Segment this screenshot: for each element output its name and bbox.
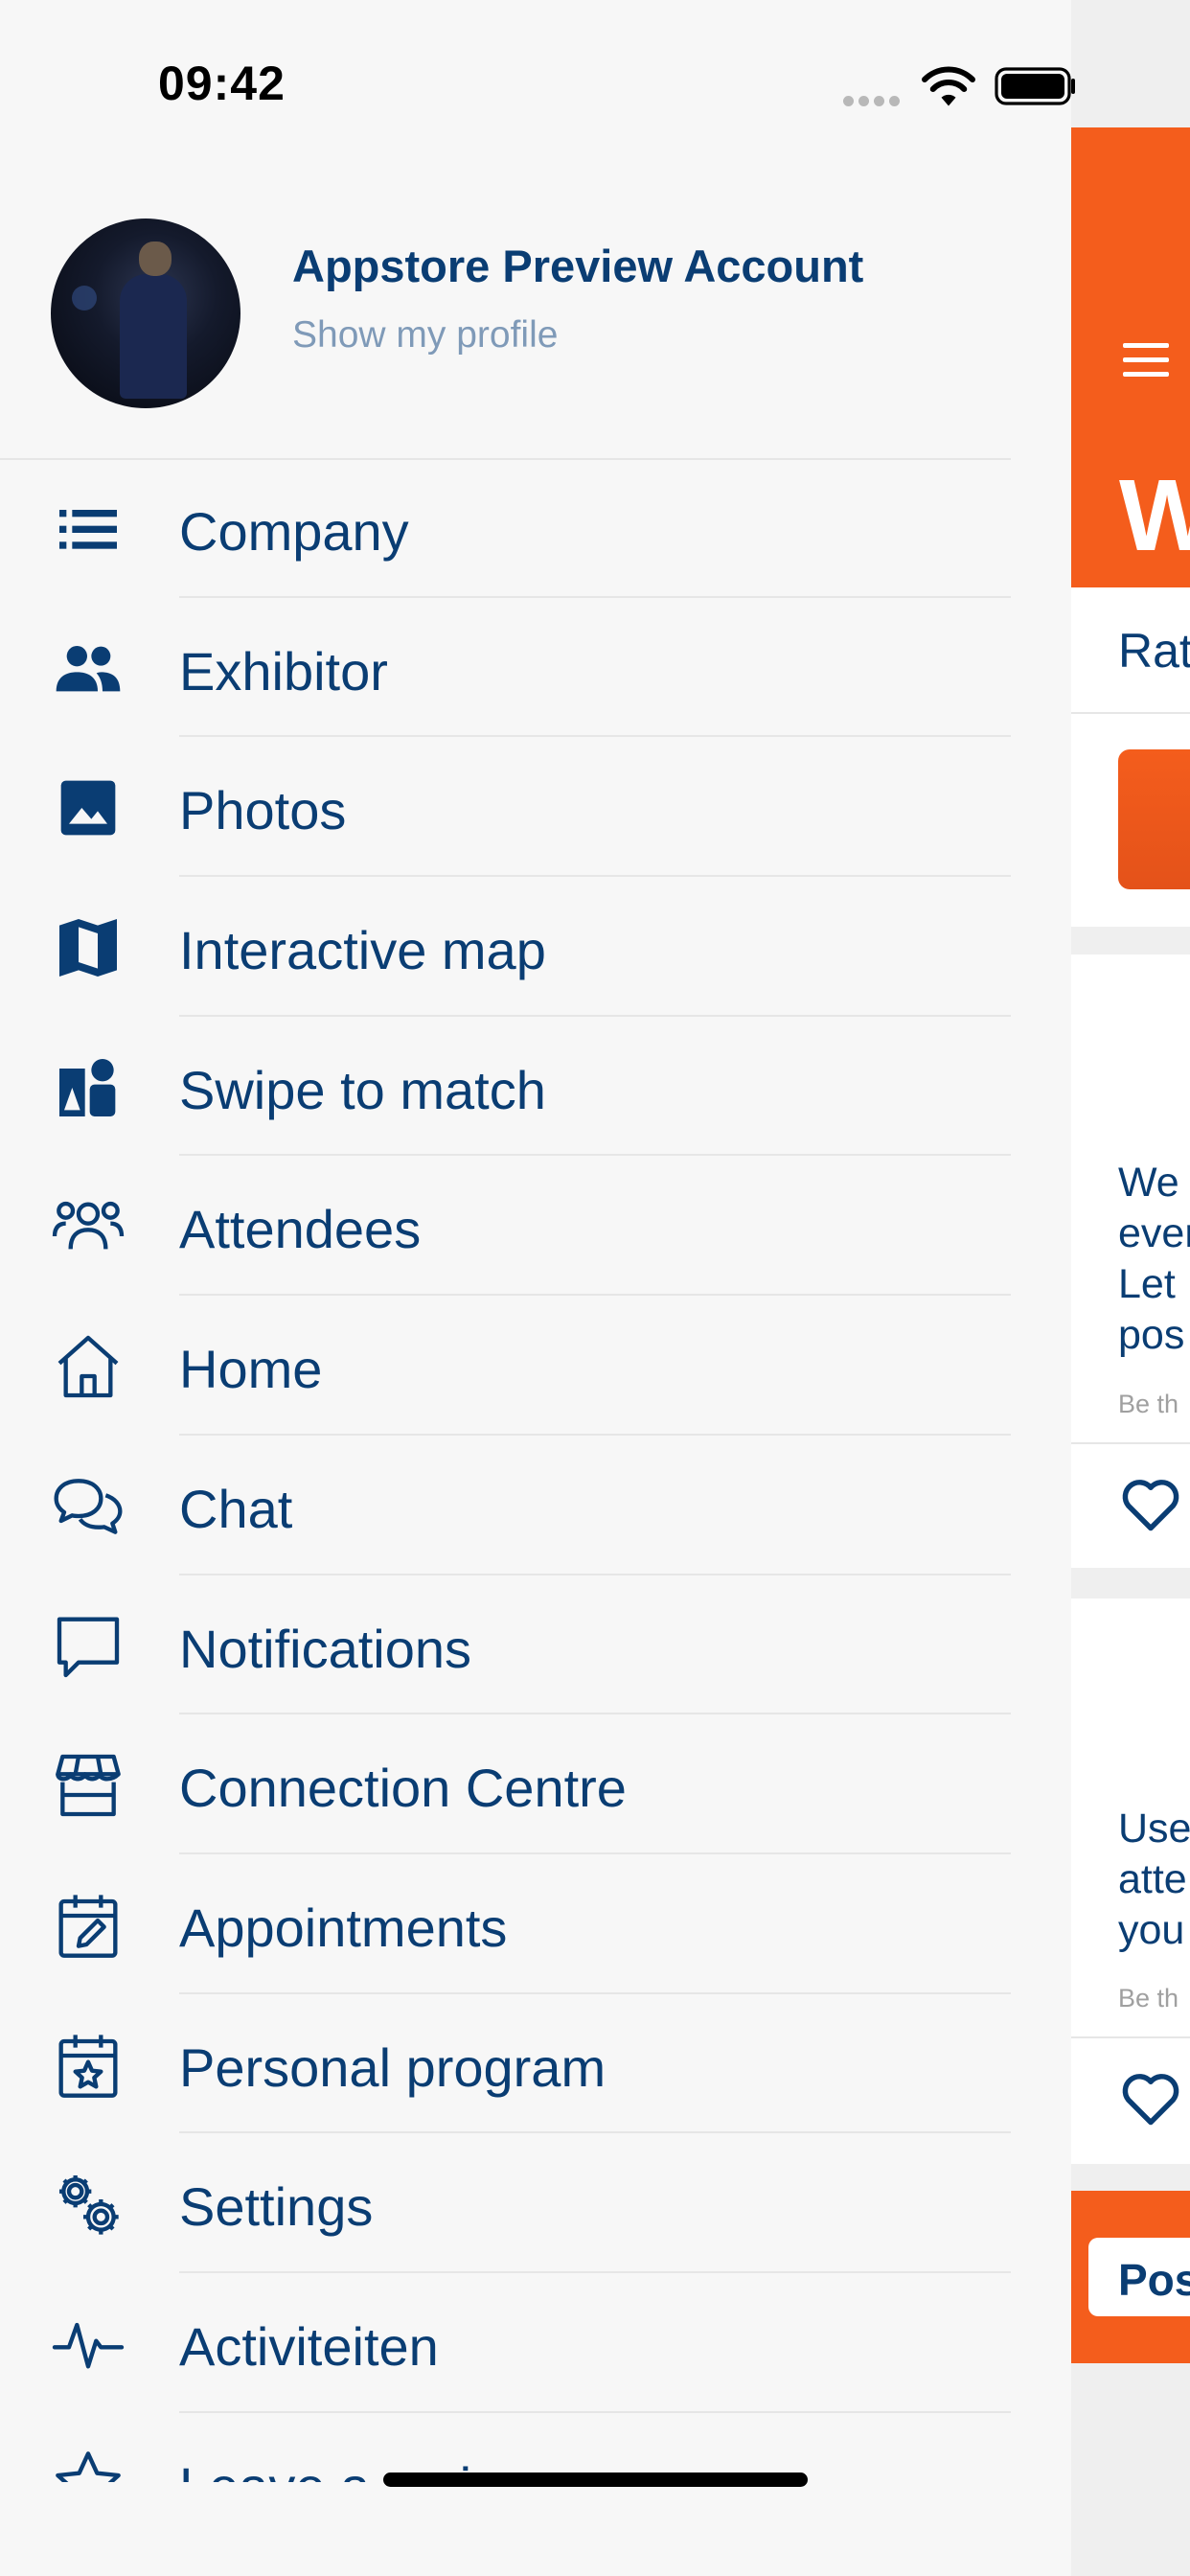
battery-icon	[995, 67, 1075, 105]
background-post-text-line: Use	[1118, 1806, 1190, 1852]
wifi-icon	[922, 66, 975, 106]
home-icon	[46, 1332, 130, 1401]
map-icon	[46, 913, 130, 982]
profile-name: Appstore Preview Account	[292, 241, 864, 291]
menu-item-label: Interactive map	[179, 920, 546, 981]
background-post-text-line: atte	[1118, 1856, 1187, 1902]
hamburger-menu-icon[interactable]	[1123, 343, 1169, 378]
drawer-menu: Company Exhibitor Photos Interactive map	[0, 458, 1011, 2482]
menu-item-label: Appointments	[179, 1897, 508, 1958]
menu-item-photos[interactable]: Photos	[0, 737, 1011, 878]
menu-item-notifications[interactable]: Notifications	[0, 1576, 1011, 1715]
menu-item-attendees[interactable]: Attendees	[0, 1156, 1011, 1297]
menu-item-label: Attendees	[179, 1199, 422, 1260]
avatar[interactable]	[51, 218, 240, 408]
side-drawer: Appstore Preview Account Show my profile…	[0, 0, 1071, 2576]
background-post-text-line: ever	[1118, 1210, 1190, 1256]
swipe-match-icon	[46, 1053, 130, 1122]
status-bar: 09:42	[0, 0, 1190, 125]
background-rate-text: Rat	[1118, 624, 1190, 678]
background-action-button[interactable]	[1118, 749, 1190, 889]
background-post-footer: Be th	[1118, 1984, 1179, 2012]
menu-item-label: Swipe to match	[179, 1059, 546, 1120]
menu-item-label: Home	[179, 1339, 323, 1400]
menu-item-label: Activiteiten	[179, 2315, 439, 2377]
menu-item-settings[interactable]: Settings	[0, 2133, 1011, 2273]
background-post-text-line: Let	[1118, 1261, 1176, 1307]
heart-icon[interactable]	[1119, 2070, 1182, 2128]
background-post-text-line: We	[1118, 1160, 1179, 1206]
background-post-button-label: Pos	[1118, 2255, 1190, 2305]
activity-pulse-icon	[46, 2310, 130, 2379]
star-icon	[46, 2450, 130, 2482]
menu-item-label: Personal program	[179, 2036, 606, 2098]
home-indicator[interactable]	[383, 2472, 808, 2487]
attendees-icon	[46, 1192, 130, 1261]
menu-item-chat[interactable]: Chat	[0, 1436, 1011, 1576]
background-page: W Rat We ever Let pos Be th Use atte you…	[1071, 0, 1190, 2576]
heart-icon[interactable]	[1119, 1476, 1182, 1533]
background-post-text-line: you	[1118, 1907, 1185, 1953]
menu-item-activiteiten[interactable]: Activiteiten	[0, 2273, 1011, 2413]
profile-header[interactable]: Appstore Preview Account Show my profile	[0, 172, 1011, 460]
list-icon	[46, 494, 130, 564]
people-icon	[46, 634, 130, 703]
calendar-star-icon	[46, 2031, 130, 2100]
menu-item-home[interactable]: Home	[0, 1296, 1011, 1436]
background-divider	[1071, 1442, 1190, 1444]
storefront-icon	[46, 1751, 130, 1820]
background-title: W	[1119, 459, 1190, 572]
background-divider	[1071, 2036, 1190, 2038]
menu-item-label: Connection Centre	[179, 1758, 627, 1819]
menu-item-label: Settings	[179, 2176, 374, 2238]
background-post-footer: Be th	[1118, 1390, 1179, 1418]
speech-bubble-icon	[46, 1612, 130, 1681]
gears-icon	[46, 2170, 130, 2239]
cellular-signal-icon	[843, 94, 904, 111]
show-profile-link[interactable]: Show my profile	[292, 314, 558, 356]
menu-item-exhibitor[interactable]: Exhibitor	[0, 598, 1011, 738]
menu-item-label: Notifications	[179, 1618, 472, 1679]
menu-item-company[interactable]: Company	[0, 458, 1011, 598]
background-post-text-line: pos	[1118, 1312, 1185, 1358]
menu-item-appointments[interactable]: Appointments	[0, 1854, 1011, 1994]
status-time: 09:42	[158, 57, 286, 110]
menu-item-interactive-map[interactable]: Interactive map	[0, 877, 1011, 1017]
chat-bubbles-icon	[46, 1472, 130, 1541]
menu-item-label: Chat	[179, 1478, 293, 1539]
menu-item-label: Exhibitor	[179, 640, 388, 702]
calendar-edit-icon	[46, 1891, 130, 1960]
image-icon	[46, 773, 130, 842]
menu-item-swipe-to-match[interactable]: Swipe to match	[0, 1017, 1011, 1157]
menu-item-label: Photos	[179, 780, 347, 841]
menu-item-label: Company	[179, 501, 409, 562]
menu-item-connection-centre[interactable]: Connection Centre	[0, 1714, 1011, 1854]
menu-item-personal-program[interactable]: Personal program	[0, 1994, 1011, 2134]
